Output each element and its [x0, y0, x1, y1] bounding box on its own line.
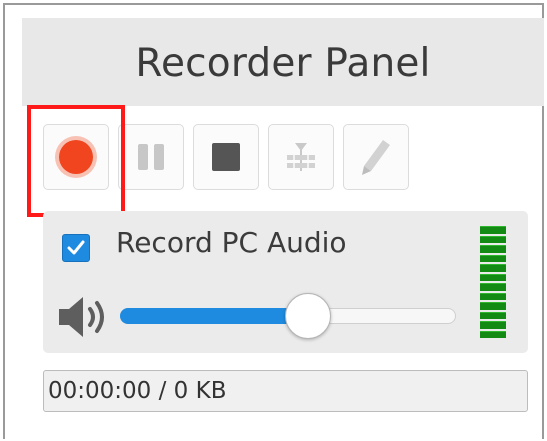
recording-status-field: 00:00:00 / 0 KB [43, 370, 528, 412]
record-button[interactable] [43, 124, 109, 190]
level-meter-segment [480, 302, 506, 310]
level-meter-segment [480, 254, 506, 262]
audio-level-meter [480, 226, 506, 338]
volume-slider-thumb[interactable] [285, 293, 331, 339]
level-meter-segment [480, 235, 506, 243]
level-meter-segment [480, 264, 506, 272]
level-meter-segment [480, 283, 506, 291]
panel-header: Recorder Panel [22, 18, 544, 106]
level-meter-segment [480, 226, 506, 234]
panel-title: Recorder Panel [135, 40, 431, 86]
trim-button[interactable] [268, 124, 334, 190]
level-meter-segment [480, 273, 506, 281]
record-icon [59, 140, 93, 174]
level-meter-segment [480, 311, 506, 319]
level-meter-segment [480, 321, 506, 329]
speaker-volume-icon[interactable] [57, 295, 113, 339]
volume-slider[interactable] [120, 293, 456, 339]
level-meter-segment [480, 330, 506, 338]
pause-button[interactable] [118, 124, 184, 190]
record-pc-audio-checkbox[interactable] [62, 234, 90, 262]
audio-settings: Record PC Audio [43, 211, 528, 353]
trim-icon [287, 143, 315, 171]
level-meter-segment [480, 245, 506, 253]
checkmark-icon [67, 240, 85, 255]
level-meter-segment [480, 292, 506, 300]
recorder-panel: Recorder Panel Record PC Audio 00:00:00 … [3, 3, 544, 439]
stop-button[interactable] [193, 124, 259, 190]
pencil-icon [362, 140, 390, 175]
pause-icon [138, 144, 164, 170]
stop-icon [212, 143, 240, 171]
volume-slider-fill [120, 308, 308, 324]
record-pc-audio-label[interactable]: Record PC Audio [116, 226, 347, 259]
edit-button[interactable] [343, 124, 409, 190]
